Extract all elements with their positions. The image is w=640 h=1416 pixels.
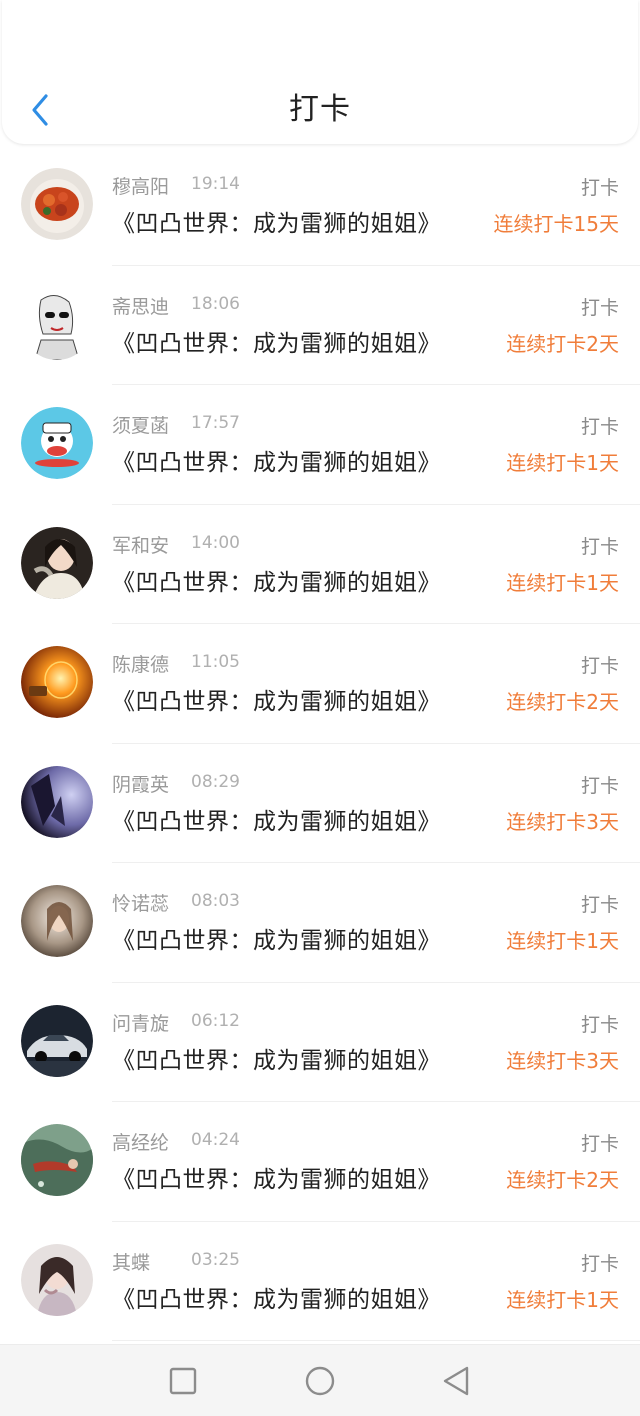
streak-label: 连续打卡3天 bbox=[506, 809, 619, 834]
circle-icon bbox=[305, 1366, 335, 1396]
user-name: 阴霞英 bbox=[112, 773, 170, 796]
list-item[interactable]: 斋思迪 18:06 《凹凸世界：成为雷狮的姐姐》 打卡 连续打卡2天 bbox=[0, 266, 640, 386]
avatar[interactable] bbox=[21, 407, 93, 479]
streak-label: 连续打卡1天 bbox=[506, 929, 619, 953]
avatar[interactable] bbox=[21, 885, 93, 957]
streak-label: 连续打卡1天 bbox=[506, 570, 619, 595]
checkin-time: 08:29 bbox=[191, 771, 240, 792]
app-header: 打卡 bbox=[2, 0, 638, 144]
checkin-label: 打卡 bbox=[580, 1133, 619, 1155]
list-item[interactable]: 高经纶 04:24 《凹凸世界：成为雷狮的姐姐》 打卡 连续打卡2天 bbox=[0, 1102, 640, 1222]
checkin-time: 17:57 bbox=[191, 413, 240, 433]
streak-label: 连续打卡2天 bbox=[506, 331, 619, 356]
streak-label: 连续打卡15天 bbox=[493, 212, 619, 236]
recent-apps-button[interactable] bbox=[165, 1363, 201, 1399]
checkin-label: 打卡 bbox=[580, 535, 619, 558]
list-item[interactable]: 问青旋 06:12 《凹凸世界：成为雷狮的姐姐》 打卡 连续打卡3天 bbox=[0, 983, 640, 1103]
list-item[interactable]: 其蝶 03:25 《凹凸世界：成为雷狮的姐姐》 打卡 连续打卡1天 bbox=[0, 1222, 640, 1342]
book-title[interactable]: 《凹凸世界：成为雷狮的姐姐》 bbox=[112, 802, 441, 836]
list-item[interactable]: 陈康德 11:05 《凹凸世界：成为雷狮的姐姐》 打卡 连续打卡2天 bbox=[0, 624, 640, 744]
avatar[interactable] bbox=[21, 765, 93, 838]
checkin-time: 11:05 bbox=[191, 652, 240, 672]
checkin-time: 04:24 bbox=[191, 1130, 240, 1150]
checkin-time: 08:03 bbox=[191, 891, 240, 911]
checkin-label: 打卡 bbox=[580, 296, 619, 319]
user-name: 军和安 bbox=[112, 534, 170, 557]
avatar[interactable] bbox=[21, 646, 93, 718]
checkin-label: 打卡 bbox=[580, 774, 619, 797]
checkin-label: 打卡 bbox=[580, 655, 619, 677]
user-name: 须夏菡 bbox=[112, 415, 170, 437]
user-name: 问青旋 bbox=[112, 1012, 170, 1035]
user-name: 高经纶 bbox=[112, 1132, 170, 1154]
list-item[interactable]: 须夏菡 17:57 《凹凸世界：成为雷狮的姐姐》 打卡 连续打卡1天 bbox=[0, 385, 640, 505]
user-name: 陈康德 bbox=[112, 654, 170, 676]
list-item[interactable]: 怜诺蕊 08:03 《凹凸世界：成为雷狮的姐姐》 打卡 连续打卡1天 bbox=[0, 863, 640, 983]
list-item[interactable]: 阴霞英 08:29 《凹凸世界：成为雷狮的姐姐》 打卡 连续打卡3天 bbox=[0, 744, 640, 864]
book-title[interactable]: 《凹凸世界：成为雷狮的姐姐》 bbox=[112, 204, 441, 238]
streak-label: 连续打卡3天 bbox=[506, 1048, 619, 1073]
avatar[interactable] bbox=[21, 1124, 93, 1196]
checkin-time: 18:06 bbox=[191, 293, 240, 314]
book-title[interactable]: 《凹凸世界：成为雷狮的姐姐》 bbox=[112, 443, 441, 477]
streak-label: 连续打卡1天 bbox=[506, 1287, 619, 1312]
back-nav-button[interactable] bbox=[438, 1363, 474, 1399]
streak-label: 连续打卡2天 bbox=[506, 690, 619, 714]
checkin-label: 打卡 bbox=[580, 1013, 619, 1036]
checkin-label: 打卡 bbox=[580, 894, 619, 916]
square-icon bbox=[169, 1367, 197, 1395]
streak-label: 连续打卡1天 bbox=[506, 451, 619, 475]
book-title[interactable]: 《凹凸世界：成为雷狮的姐姐》 bbox=[112, 1160, 441, 1194]
user-name: 斋思迪 bbox=[112, 295, 170, 318]
list-item[interactable]: 军和安 14:00 《凹凸世界：成为雷狮的姐姐》 打卡 连续打卡1天 bbox=[0, 505, 640, 625]
avatar[interactable] bbox=[21, 168, 93, 240]
checkin-time: 14:00 bbox=[191, 532, 240, 553]
triangle-back-icon bbox=[443, 1366, 469, 1396]
system-nav-bar bbox=[0, 1344, 640, 1416]
avatar[interactable] bbox=[21, 1004, 93, 1077]
list-item[interactable]: 穆高阳 19:14 《凹凸世界：成为雷狮的姐姐》 打卡 连续打卡15天 bbox=[0, 146, 640, 266]
book-title[interactable]: 《凹凸世界：成为雷狮的姐姐》 bbox=[112, 921, 441, 955]
user-name: 怜诺蕊 bbox=[112, 893, 170, 915]
user-name: 其蝶 bbox=[112, 1251, 151, 1274]
book-title[interactable]: 《凹凸世界：成为雷狮的姐姐》 bbox=[112, 563, 441, 597]
avatar[interactable] bbox=[21, 526, 93, 599]
home-button[interactable] bbox=[302, 1363, 338, 1399]
checkin-label: 打卡 bbox=[580, 416, 619, 438]
checkin-label: 打卡 bbox=[580, 177, 619, 199]
checkin-time: 03:25 bbox=[191, 1249, 240, 1270]
checkin-time: 06:12 bbox=[191, 1010, 240, 1031]
checkin-time: 19:14 bbox=[191, 174, 240, 194]
user-name: 穆高阳 bbox=[112, 176, 170, 198]
streak-label: 连续打卡2天 bbox=[506, 1168, 619, 1192]
page-title: 打卡 bbox=[289, 92, 351, 127]
book-title[interactable]: 《凹凸世界：成为雷狮的姐姐》 bbox=[112, 324, 441, 358]
book-title[interactable]: 《凹凸世界：成为雷狮的姐姐》 bbox=[112, 1280, 441, 1314]
book-title[interactable]: 《凹凸世界：成为雷狮的姐姐》 bbox=[112, 682, 441, 716]
checkin-list: 穆高阳 19:14 《凹凸世界：成为雷狮的姐姐》 打卡 连续打卡15天 斋思迪 … bbox=[0, 146, 640, 1341]
avatar[interactable] bbox=[21, 1243, 93, 1316]
avatar[interactable] bbox=[21, 287, 93, 360]
book-title[interactable]: 《凹凸世界：成为雷狮的姐姐》 bbox=[112, 1041, 441, 1075]
checkin-label: 打卡 bbox=[580, 1252, 619, 1275]
